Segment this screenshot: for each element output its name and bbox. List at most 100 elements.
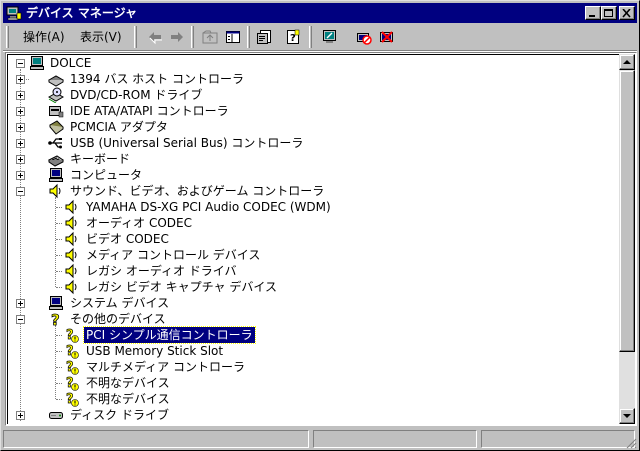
expand-toggle[interactable] xyxy=(16,123,25,132)
speaker-icon xyxy=(64,215,80,231)
scroll-down-button[interactable] xyxy=(619,408,635,424)
tree-item-label: キーボード xyxy=(70,152,131,166)
close-button[interactable] xyxy=(619,6,635,20)
tree-item-label: IDE ATA/ATAPI コントローラ xyxy=(70,104,229,118)
tree-item-label: PCI シンプル通信コントローラ xyxy=(83,326,256,344)
expand-toggle[interactable] xyxy=(16,107,25,116)
tree-item-label: レガシ オーディオ ドライバ xyxy=(86,264,237,278)
tree-guide xyxy=(56,351,62,352)
collapse-toggle[interactable] xyxy=(16,59,25,68)
unknown-device-warning-icon: ? xyxy=(64,375,80,391)
scan-hardware-button[interactable] xyxy=(319,27,341,47)
properties-button[interactable] xyxy=(253,27,275,47)
expand-toggle[interactable] xyxy=(16,75,25,84)
tree-guide xyxy=(56,383,62,384)
tree-guide xyxy=(56,239,62,240)
up-button[interactable] xyxy=(199,27,221,47)
disk-drive-icon xyxy=(48,407,64,423)
scroll-up-button[interactable] xyxy=(619,54,635,70)
scroll-thumb[interactable] xyxy=(619,70,635,352)
title-bar[interactable]: デバイス マネージャ xyxy=(3,3,637,23)
show-hide-tree-button[interactable] xyxy=(222,27,244,47)
toolbar-grip xyxy=(247,26,250,48)
folder-up-icon xyxy=(202,30,218,44)
uninstall-device-button[interactable] xyxy=(376,27,398,47)
tree-guide xyxy=(56,335,62,336)
toolbar-grip xyxy=(191,26,194,48)
bus-host-icon xyxy=(47,71,65,87)
tree-item-label: 不明なデバイス xyxy=(86,392,170,406)
collapse-toggle[interactable] xyxy=(16,187,25,196)
svg-text:?: ? xyxy=(51,311,60,327)
tree-guide xyxy=(56,223,62,224)
back-button[interactable] xyxy=(144,27,166,47)
resize-grip[interactable] xyxy=(625,437,637,449)
keyboard-icon xyxy=(48,151,64,167)
device-manager-icon xyxy=(6,5,22,21)
tree-item-label: サウンド、ビデオ、およびゲーム コントローラ xyxy=(70,184,325,198)
arrow-up-icon xyxy=(623,60,631,64)
tree-item-label: DOLCE xyxy=(50,56,92,70)
arrow-left-icon xyxy=(149,32,162,45)
status-pane xyxy=(481,430,635,448)
menu-action[interactable]: 操作(A) xyxy=(23,29,65,45)
expand-toggle[interactable] xyxy=(16,91,25,100)
status-pane xyxy=(313,430,477,448)
device-manager-window: デバイス マネージャ 操作(A) 表示(V) ? DOLCE 1394 バス ホ… xyxy=(0,0,640,451)
tree-item-label: ビデオ CODEC xyxy=(86,232,169,246)
tree-item-label: システム デバイス xyxy=(70,296,170,310)
tree-guide xyxy=(56,207,62,208)
speaker-icon xyxy=(64,279,80,295)
status-bar xyxy=(3,429,637,449)
tree-item-label: ディスク ドライブ xyxy=(70,408,169,422)
unknown-device-warning-icon: ? xyxy=(64,343,80,359)
menu-view[interactable]: 表示(V) xyxy=(80,29,122,45)
cdrom-icon xyxy=(47,87,65,104)
speaker-icon xyxy=(64,231,80,247)
ide-controller-icon xyxy=(48,103,64,119)
disable-device-button[interactable] xyxy=(353,27,375,47)
speaker-icon xyxy=(64,263,80,279)
unknown-device-warning-icon: ? xyxy=(64,327,80,343)
expand-toggle[interactable] xyxy=(16,139,25,148)
expand-toggle[interactable] xyxy=(16,171,25,180)
tree-item-label: レガシ ビデオ キャプチャ デバイス xyxy=(86,280,277,294)
speaker-icon xyxy=(64,199,80,215)
usb-icon xyxy=(48,135,64,151)
tree-item-label: DVD/CD-ROM ドライブ xyxy=(70,88,203,102)
help-button[interactable]: ? xyxy=(282,27,304,47)
toolbar-grip[interactable] xyxy=(134,26,137,48)
tree-guide xyxy=(56,255,62,256)
system-device-icon xyxy=(48,295,64,311)
device-tree[interactable]: DOLCE 1394 バス ホスト コントローラ DVD/CD-ROM ドライブ xyxy=(5,52,637,426)
expand-toggle[interactable] xyxy=(16,155,25,164)
forward-button[interactable] xyxy=(166,27,188,47)
uninstall-device-icon xyxy=(380,31,393,43)
tree-guide xyxy=(56,399,62,400)
pcmcia-card-icon xyxy=(48,119,64,135)
maximize-button[interactable] xyxy=(601,6,617,20)
status-pane xyxy=(3,430,309,448)
disable-device-icon xyxy=(357,33,372,45)
tree-guide xyxy=(56,367,62,368)
expand-toggle[interactable] xyxy=(16,299,25,308)
speaker-icon xyxy=(48,183,64,199)
computer-icon xyxy=(29,55,45,71)
tree-item-label: YAMAHA DS-XG PCI Audio CODEC (WDM) xyxy=(86,200,331,214)
tree-item-label: USB (Universal Serial Bus) コントローラ xyxy=(70,136,304,150)
unknown-device-warning-icon: ? xyxy=(64,391,80,407)
maximize-icon xyxy=(604,9,613,17)
collapse-toggle[interactable] xyxy=(16,315,25,324)
speaker-icon xyxy=(64,247,80,263)
computer-icon xyxy=(48,167,64,183)
properties-icon xyxy=(257,30,271,44)
minimize-button[interactable] xyxy=(585,6,601,20)
unknown-device-warning-icon: ? xyxy=(64,359,80,375)
tree-item-label: マルチメディア コントローラ xyxy=(86,360,245,374)
expand-toggle[interactable] xyxy=(16,411,25,420)
vertical-scrollbar[interactable] xyxy=(619,54,635,424)
question-mark-icon: ? xyxy=(48,311,64,330)
toolbar-grip[interactable] xyxy=(6,26,9,48)
tree-guide xyxy=(56,271,62,272)
close-icon xyxy=(622,9,631,18)
